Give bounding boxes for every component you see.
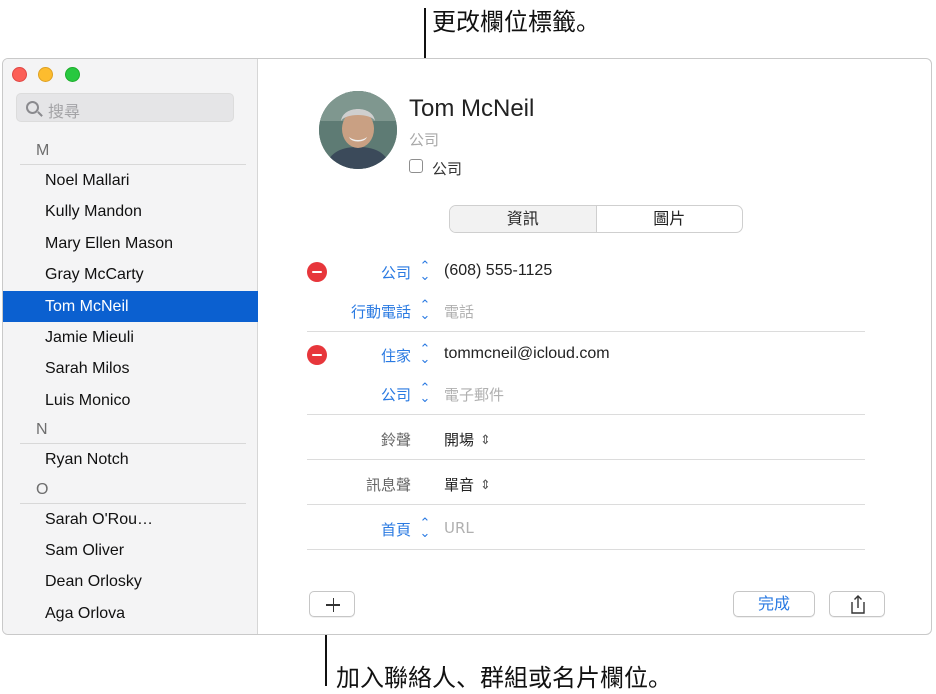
callout-add-field: 加入聯絡人、群組或名片欄位。 [336, 664, 672, 692]
section-header-m: M [3, 137, 258, 165]
divider [307, 414, 865, 415]
contacts-window: 搜尋 M Noel Mallari Kully Mandon Mary Elle… [2, 58, 932, 635]
email-value[interactable]: tommcneil@icloud.com [444, 345, 610, 363]
phone-row-2: 行動電話 ⌃ ⌄ 電話 [307, 296, 865, 326]
text-tone-row: 訊息聲 單音 ⇕ [307, 469, 865, 499]
contact-item[interactable]: Ryan Notch [3, 444, 258, 475]
delete-field-button[interactable] [307, 345, 327, 365]
ringtone-row: 鈴聲 開場 ⇕ [307, 424, 865, 454]
contact-item[interactable]: Aga Orlova [3, 598, 258, 629]
phone-value[interactable]: (608) 555-1125 [444, 262, 552, 280]
contact-card: Tom McNeil 公司 公司 資訊 圖片 公司 ⌃ ⌄ (608) 555-1… [259, 59, 931, 634]
search-input[interactable]: 搜尋 [16, 93, 234, 122]
divider [307, 459, 865, 460]
email-row-1: 住家 ⌃ ⌄ tommcneil@icloud.com [307, 340, 865, 370]
contact-item[interactable]: Kully Mandon [3, 196, 258, 227]
text-tone-value: 單音 [444, 476, 475, 494]
tab-info[interactable]: 資訊 [450, 206, 596, 232]
updown-chevron-icon: ⇕ [480, 433, 491, 448]
updown-chevron-icon[interactable]: ⌃ ⌄ [419, 342, 431, 365]
search-icon [26, 101, 39, 114]
contact-item[interactable]: Sam Oliver [3, 535, 258, 566]
contact-item[interactable]: Noel Mallari [3, 165, 258, 196]
contact-item[interactable]: Sarah O'Rou… [3, 504, 258, 535]
contact-item[interactable]: Luis Monico [3, 385, 258, 416]
field-label-popup[interactable]: 公司 [381, 262, 411, 283]
phone-row-1: 公司 ⌃ ⌄ (608) 555-1125 [307, 257, 865, 287]
text-tone-label: 訊息聲 [365, 476, 411, 494]
divider [307, 549, 865, 550]
ringtone-popup[interactable]: 開場 ⇕ [444, 429, 491, 450]
url-input[interactable]: URL [444, 519, 474, 537]
close-window-button[interactable] [12, 67, 27, 82]
contact-item[interactable]: Jamie Mieuli [3, 322, 258, 353]
text-tone-popup[interactable]: 單音 ⇕ [444, 474, 491, 495]
section-header-n: N [3, 416, 258, 445]
updown-chevron-icon[interactable]: ⌃ ⌄ [419, 381, 431, 404]
share-button[interactable] [829, 591, 885, 617]
divider [307, 504, 865, 505]
company-checkbox[interactable] [409, 159, 423, 173]
contact-item[interactable]: Mary Ellen Mason [3, 228, 258, 259]
ringtone-value: 開場 [444, 431, 475, 449]
contact-item[interactable]: Dean Orlosky [3, 566, 258, 597]
search-placeholder: 搜尋 [48, 102, 81, 121]
share-icon [851, 595, 865, 614]
updown-chevron-icon[interactable]: ⌃ ⌄ [419, 298, 431, 321]
updown-chevron-icon: ⇕ [480, 478, 491, 493]
callout-change-label: 更改欄位標籤。 [432, 8, 600, 36]
email-input[interactable]: 電子郵件 [444, 384, 504, 405]
done-button[interactable]: 完成 [733, 591, 815, 617]
field-label-popup[interactable]: 住家 [381, 345, 411, 366]
homepage-row: 首頁 ⌃ ⌄ URL [307, 514, 865, 544]
divider [307, 331, 865, 332]
section-header-o: O [3, 476, 258, 504]
delete-field-button[interactable] [307, 262, 327, 282]
sidebar: 搜尋 M Noel Mallari Kully Mandon Mary Elle… [3, 59, 258, 634]
contact-item[interactable]: Sarah Milos [3, 353, 258, 384]
company-checkbox-label: 公司 [432, 160, 463, 178]
field-label-popup[interactable]: 行動電話 [351, 301, 411, 322]
updown-chevron-icon[interactable]: ⌃ ⌄ [419, 259, 431, 282]
contact-name[interactable]: Tom McNeil [409, 95, 534, 123]
info-picture-toggle: 資訊 圖片 [449, 205, 743, 233]
phone-input[interactable]: 電話 [444, 301, 474, 322]
tab-picture[interactable]: 圖片 [595, 206, 743, 232]
email-row-2: 公司 ⌃ ⌄ 電子郵件 [307, 379, 865, 409]
contact-item[interactable]: Gray McCarty [3, 259, 258, 290]
field-label-popup[interactable]: 首頁 [381, 519, 411, 540]
contact-list: M Noel Mallari Kully Mandon Mary Ellen M… [3, 137, 258, 629]
ringtone-label: 鈴聲 [380, 431, 411, 449]
minimize-window-button[interactable] [38, 67, 53, 82]
add-field-button[interactable] [309, 591, 355, 617]
updown-chevron-icon[interactable]: ⌃ ⌄ [419, 516, 431, 539]
zoom-window-button[interactable] [65, 67, 80, 82]
contact-photo[interactable] [319, 91, 397, 169]
field-label-popup[interactable]: 公司 [381, 384, 411, 405]
contact-item-selected[interactable]: Tom McNeil [3, 290, 258, 322]
company-field[interactable]: 公司 [409, 129, 439, 150]
